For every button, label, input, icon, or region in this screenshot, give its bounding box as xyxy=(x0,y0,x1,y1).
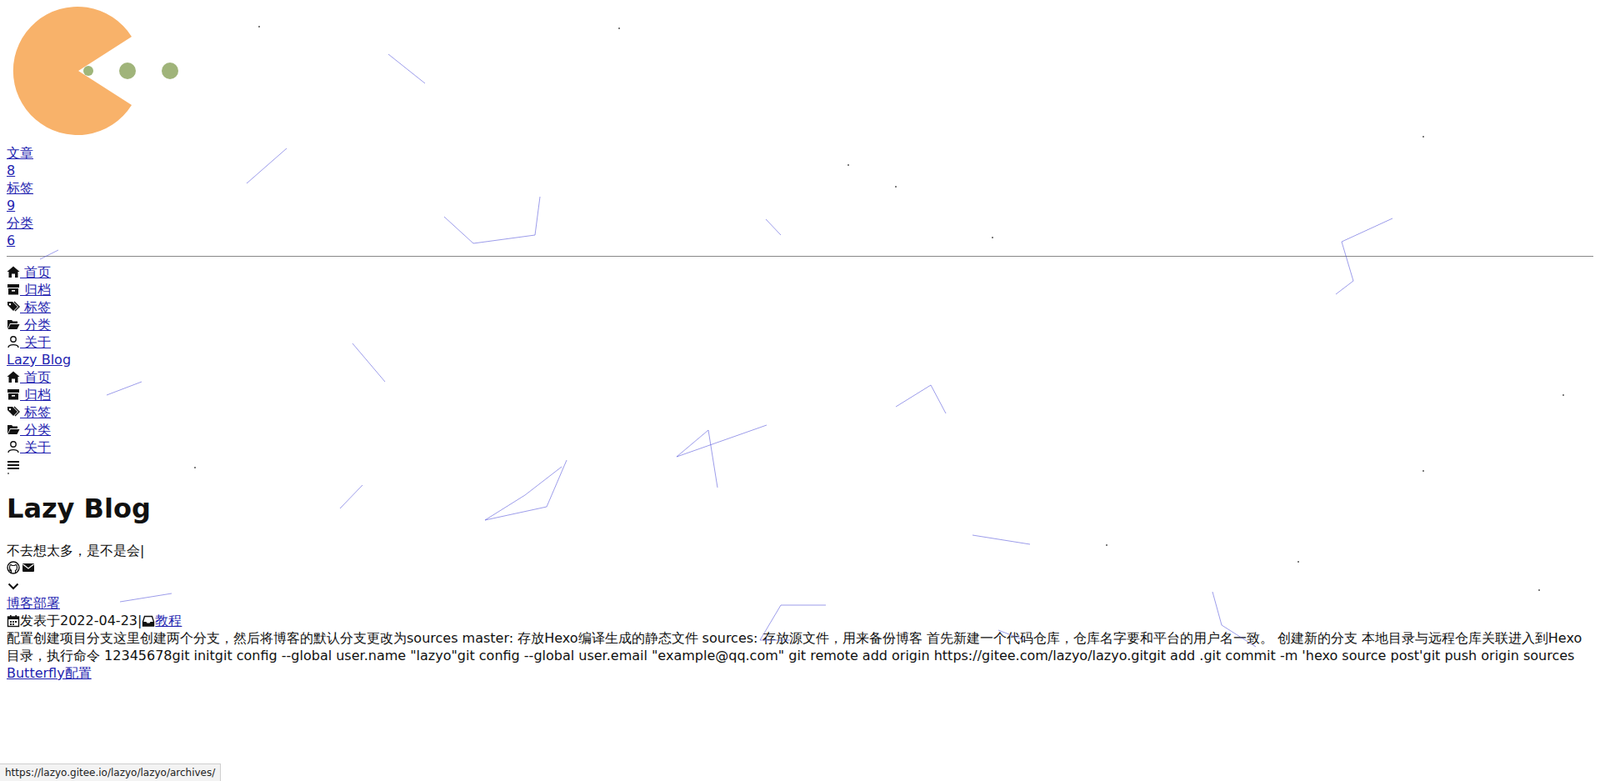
subtitle-text: 不去想太多，是不是会 xyxy=(6,542,140,559)
menu-item[interactable]: 归档 xyxy=(6,280,51,299)
menu-label: 分类 xyxy=(20,421,51,438)
user-icon xyxy=(6,335,20,349)
menu-label: 归档 xyxy=(20,281,51,298)
folder-icon xyxy=(6,422,20,436)
hero-subtitle: 不去想太多，是不是会| xyxy=(6,541,1594,560)
envelope-icon xyxy=(21,560,35,575)
archive-icon xyxy=(6,387,20,401)
menu-label: 标签 xyxy=(20,404,51,420)
post-category[interactable]: 教程 xyxy=(155,611,182,630)
chevron-down-icon xyxy=(6,579,20,593)
pacman-loader-icon xyxy=(6,6,190,140)
post-title[interactable]: Butterfly配置 xyxy=(6,664,92,682)
archive-icon xyxy=(6,282,20,296)
folder-icon xyxy=(6,317,20,331)
tags-icon xyxy=(6,405,20,419)
menu-item[interactable]: 关于 xyxy=(6,333,51,351)
site-title[interactable]: Lazy Blog xyxy=(6,350,71,369)
user-icon xyxy=(6,440,20,454)
post-excerpt: 配置创建项目分支这里创建两个分支，然后将博客的默认分支更改为sources ma… xyxy=(6,629,1594,665)
post-title[interactable]: 博客部署 xyxy=(6,594,60,612)
hero-title: Lazy Blog xyxy=(6,491,1594,525)
menu-item[interactable]: 首页 xyxy=(6,368,51,386)
menu-item[interactable]: 分类 xyxy=(6,315,51,334)
menu-item[interactable]: 首页 xyxy=(6,263,51,281)
menu-label: 标签 xyxy=(20,299,51,315)
sidebar-menu: 首页 归档 标签 分类 关于 xyxy=(6,263,1594,351)
menu-label: 首页 xyxy=(20,369,51,385)
github-link[interactable] xyxy=(6,559,20,577)
scroll-down[interactable] xyxy=(6,576,1594,595)
post-date: 2022-04-23 xyxy=(60,611,138,630)
menu-label: 分类 xyxy=(20,316,51,333)
post-meta: 发表于2022-04-23| 教程 xyxy=(6,611,1594,630)
menu-label: 归档 xyxy=(20,386,51,403)
loader xyxy=(6,6,1594,145)
inbox-icon xyxy=(141,614,155,628)
email-link[interactable] xyxy=(21,559,35,577)
site-stat[interactable]: 分类6 xyxy=(6,214,34,250)
hero: Lazy Blog 不去想太多，是不是会| xyxy=(6,491,1594,595)
menu-item[interactable]: 分类 xyxy=(6,420,51,439)
menu-label: 关于 xyxy=(20,439,51,455)
status-bar-url: https://lazyo.gitee.io/lazyo/lazyo/archi… xyxy=(6,763,221,781)
home-icon xyxy=(6,370,20,384)
page-content: 文章8标签9分类6 首页 归档 标签 分类 关于Lazy Blog 首页 归档 … xyxy=(6,6,1594,682)
post-card: 博客部署发表于2022-04-23| 教程配置创建项目分支这里创建两个分支，然后将… xyxy=(6,594,1594,665)
divider xyxy=(6,255,1594,257)
menu-item[interactable]: 标签 xyxy=(6,298,51,316)
menu-label: 首页 xyxy=(20,264,51,280)
stat-label: 文章 xyxy=(6,144,34,162)
stat-count: 6 xyxy=(6,231,34,250)
menu-toggle[interactable] xyxy=(6,455,1594,474)
menu-label: 关于 xyxy=(20,334,51,350)
typing-cursor: | xyxy=(140,542,145,559)
social-links xyxy=(6,559,1594,577)
menu-item[interactable]: 关于 xyxy=(6,438,51,456)
site-stat[interactable]: 文章8 xyxy=(6,144,34,180)
menu-item[interactable]: 归档 xyxy=(6,385,51,404)
stat-count: 8 xyxy=(6,161,34,180)
menu-bars-icon xyxy=(6,458,20,472)
nav-menu: 首页 归档 标签 分类 关于 xyxy=(6,368,1594,456)
post-card: Butterfly配置 xyxy=(6,664,1594,682)
github-icon xyxy=(6,560,20,575)
meta-separator: | xyxy=(137,611,142,630)
stat-label: 分类 xyxy=(6,214,34,232)
stat-count: 9 xyxy=(6,196,34,215)
stat-label: 标签 xyxy=(6,179,34,197)
site-stat[interactable]: 标签9 xyxy=(6,179,34,215)
post-list: 博客部署发表于2022-04-23| 教程配置创建项目分支这里创建两个分支，然后将… xyxy=(6,594,1594,682)
tags-icon xyxy=(6,300,20,314)
menu-item[interactable]: 标签 xyxy=(6,403,51,421)
home-icon xyxy=(6,265,20,279)
calendar-icon xyxy=(6,614,20,628)
top-nav: Lazy Blog 首页 归档 标签 分类 关于 xyxy=(6,350,1594,474)
date-label: 发表于 xyxy=(20,611,60,630)
particle-background xyxy=(6,6,1590,781)
